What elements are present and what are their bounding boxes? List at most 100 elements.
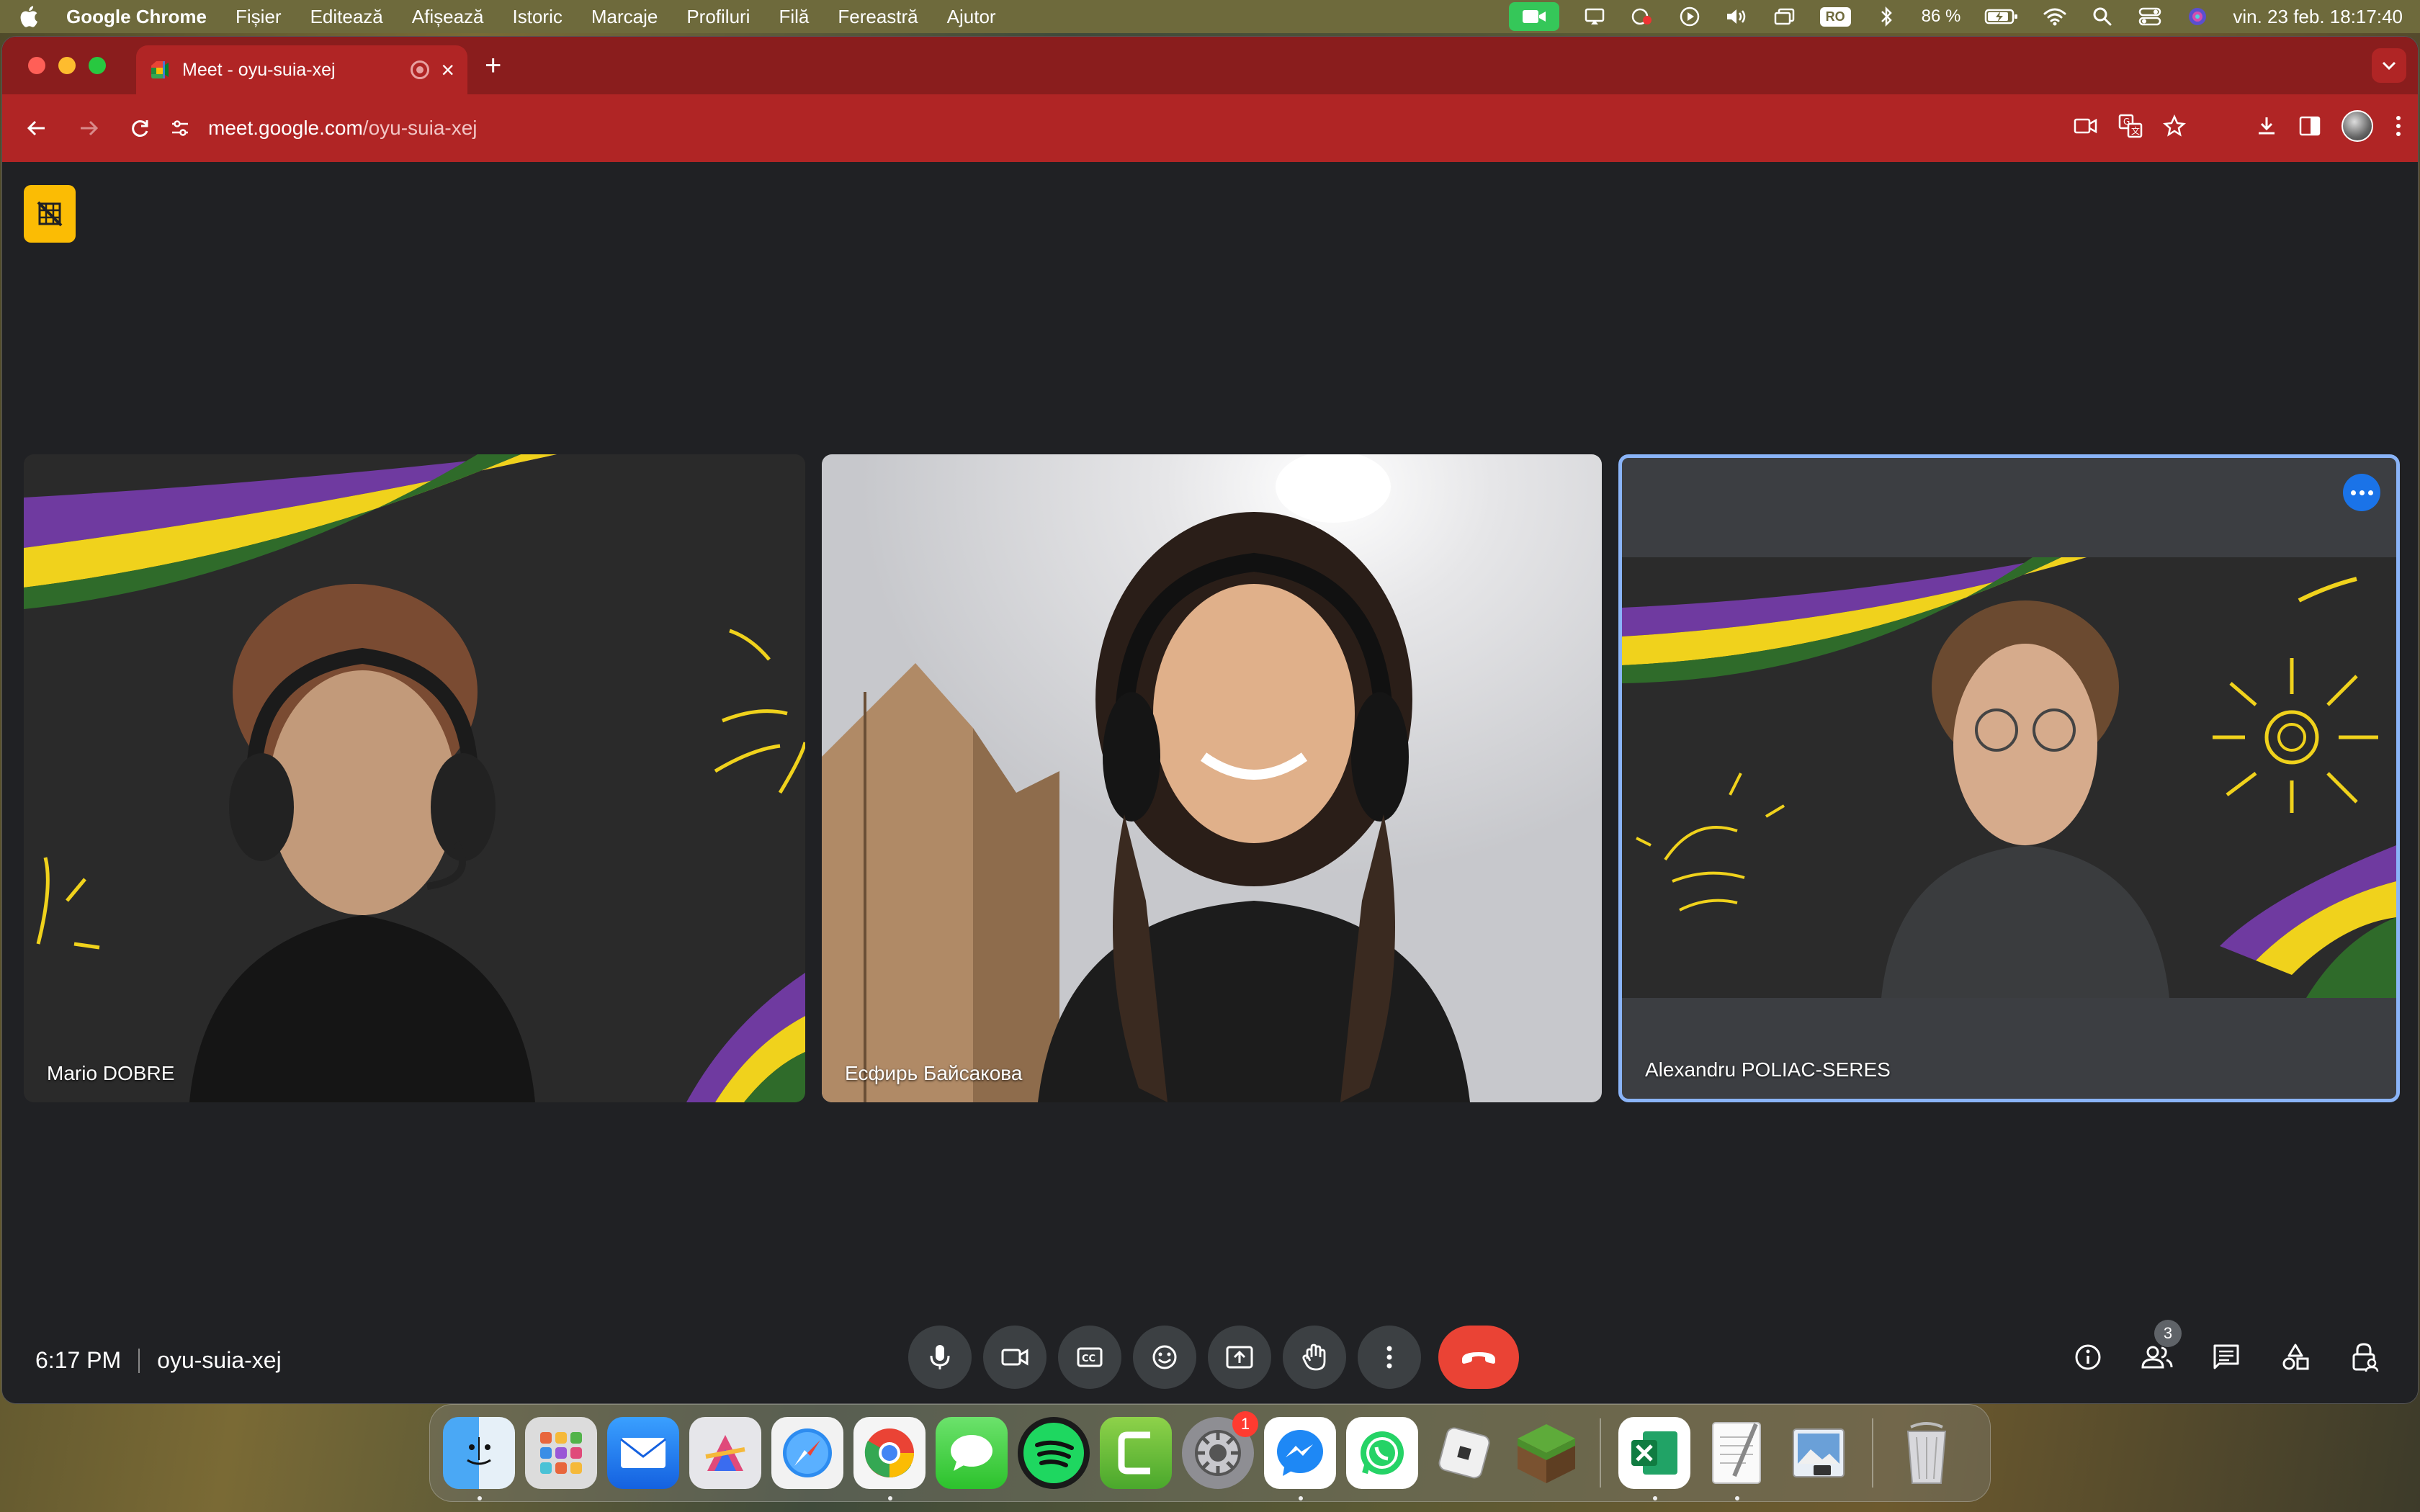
siri-icon[interactable] — [2185, 6, 2210, 27]
camera-in-use-icon[interactable] — [2074, 117, 2098, 135]
whatsapp-app-icon[interactable] — [1346, 1417, 1418, 1489]
camera-in-use-icon[interactable] — [1508, 2, 1559, 31]
status-area: RO 86 % vin. 23 feb. 18:17:40 — [1508, 2, 2403, 31]
address-bar[interactable]: meet.google.com/oyu-suia-xej — [169, 103, 2013, 153]
side-panel-icon[interactable] — [2298, 115, 2321, 137]
close-tab-icon[interactable]: × — [441, 57, 454, 84]
meeting-code[interactable]: oyu-suia-xej — [157, 1347, 282, 1374]
control-center-icon[interactable] — [2138, 6, 2162, 27]
excel-app-icon[interactable] — [1618, 1417, 1690, 1500]
affinity-app-icon[interactable] — [689, 1417, 761, 1489]
google-meet-favicon-icon — [151, 61, 169, 78]
launchpad-app-icon[interactable] — [525, 1417, 597, 1489]
dot — [2367, 490, 2373, 495]
chrome-menu-icon[interactable] — [2393, 114, 2403, 138]
roblox-app-icon[interactable] — [1428, 1417, 1500, 1489]
textedit-app-icon[interactable] — [1700, 1417, 1773, 1500]
menu-view[interactable]: Afișează — [412, 6, 484, 28]
menu-history[interactable]: Istoric — [513, 6, 563, 28]
trash-app-icon[interactable] — [1891, 1417, 1963, 1489]
forward-button[interactable] — [71, 111, 106, 145]
apple-logo-icon[interactable] — [17, 4, 39, 29]
more-options-button[interactable] — [2343, 474, 2380, 511]
url-path: /oyu-suia-xej — [362, 117, 478, 139]
svg-text:CC: CC — [1082, 1354, 1095, 1364]
participant-tile[interactable]: Есфирь Байсакова — [822, 454, 1602, 1102]
input-source-indicator[interactable]: RO — [1819, 6, 1851, 27]
system-settings-app-icon[interactable]: 1 — [1182, 1411, 1258, 1489]
menu-edit[interactable]: Editează — [310, 6, 383, 28]
captions-button[interactable]: CC — [1058, 1326, 1121, 1389]
raise-hand-button[interactable] — [1283, 1326, 1346, 1389]
screen-mirroring-icon[interactable] — [1582, 6, 1607, 27]
grid-off-icon — [37, 201, 63, 227]
menu-bar: Google Chrome Fișier Editează Afișează I… — [0, 0, 2420, 33]
mail-app-icon[interactable] — [607, 1417, 679, 1489]
minimize-window-button[interactable] — [58, 57, 76, 74]
present-screen-button[interactable] — [1208, 1326, 1271, 1389]
menu-tab[interactable]: Filă — [779, 6, 809, 28]
close-window-button[interactable] — [28, 57, 45, 74]
people-button[interactable]: 3 — [2125, 1320, 2189, 1389]
downloads-icon[interactable] — [2255, 114, 2278, 138]
battery-percentage: 86 % — [1921, 6, 1961, 26]
tab-meet[interactable]: Meet - oyu-suia-xej × — [136, 45, 467, 94]
menu-app-name[interactable]: Google Chrome — [66, 6, 207, 28]
menu-bar-clock[interactable]: vin. 23 feb. 18:17:40 — [2233, 6, 2403, 28]
svg-text:文: 文 — [2131, 125, 2140, 136]
wifi-icon[interactable] — [2043, 6, 2067, 27]
safari-app-icon[interactable] — [771, 1417, 843, 1489]
bookmark-star-icon[interactable] — [2163, 114, 2186, 138]
stage-manager-icon[interactable] — [1773, 6, 1797, 27]
chat-icon — [2213, 1344, 2239, 1369]
layout-toggle-button[interactable] — [24, 185, 76, 243]
minecraft-app-icon[interactable] — [1510, 1417, 1582, 1489]
meeting-details-button[interactable] — [2056, 1326, 2120, 1389]
messenger-app-icon[interactable] — [1264, 1417, 1336, 1500]
now-playing-icon[interactable] — [1677, 6, 1702, 27]
camtasia-app-icon[interactable] — [1100, 1417, 1172, 1489]
shapes-icon — [2282, 1344, 2309, 1370]
reload-icon — [132, 120, 148, 137]
meeting-time: 6:17 PM — [35, 1347, 122, 1373]
chat-button[interactable] — [2195, 1326, 2258, 1389]
activities-button[interactable] — [2264, 1326, 2327, 1389]
reload-button[interactable] — [123, 111, 158, 145]
meet-control-bar: 6:17 PM oyu-suia-xej CC 3 — [2, 1320, 2418, 1403]
menu-profiles[interactable]: Profiluri — [686, 6, 750, 28]
participant-tile-active[interactable]: Alexandru POLIAC-SERES — [1618, 454, 2400, 1102]
camera-button[interactable] — [983, 1326, 1047, 1389]
fullscreen-window-button[interactable] — [89, 57, 106, 74]
bluetooth-icon[interactable] — [1874, 6, 1899, 27]
volume-icon[interactable] — [1725, 6, 1749, 27]
preview-app-icon[interactable] — [1783, 1417, 1855, 1489]
more-options-button[interactable] — [1358, 1326, 1421, 1389]
svg-text:G: G — [2123, 117, 2130, 127]
tab-title: Meet - oyu-suia-xej — [182, 59, 336, 80]
finder-app-icon[interactable] — [443, 1417, 515, 1500]
translate-icon[interactable]: G文 — [2118, 114, 2143, 138]
back-button[interactable] — [19, 111, 54, 145]
host-controls-button[interactable] — [2333, 1326, 2396, 1389]
menu-file[interactable]: Fișier — [236, 6, 282, 28]
site-settings-icon[interactable] — [169, 117, 191, 139]
leave-call-button[interactable] — [1438, 1326, 1519, 1389]
spotlight-search-icon[interactable] — [2090, 6, 2115, 27]
meeting-info: 6:17 PM oyu-suia-xej — [35, 1347, 282, 1374]
new-tab-button[interactable]: + — [485, 50, 501, 82]
menu-help[interactable]: Ajutor — [947, 6, 996, 28]
menu-bookmarks[interactable]: Marcaje — [591, 6, 658, 28]
profile-avatar[interactable] — [2341, 110, 2373, 142]
reactions-button[interactable] — [1133, 1326, 1196, 1389]
spotify-app-icon[interactable] — [1018, 1417, 1090, 1489]
participant-video-frame — [1622, 557, 2396, 998]
menu-window[interactable]: Fereastră — [838, 6, 918, 28]
closed-captions-icon: CC — [1077, 1347, 1103, 1367]
participant-tile[interactable]: Mario DOBRE — [24, 454, 805, 1102]
microphone-button[interactable] — [908, 1326, 972, 1389]
messages-app-icon[interactable] — [936, 1417, 1008, 1489]
battery-charging-icon[interactable] — [1984, 6, 2020, 27]
creative-cloud-icon[interactable] — [1630, 6, 1654, 27]
chrome-app-icon[interactable] — [853, 1417, 926, 1500]
tab-search-button[interactable] — [2372, 48, 2406, 83]
